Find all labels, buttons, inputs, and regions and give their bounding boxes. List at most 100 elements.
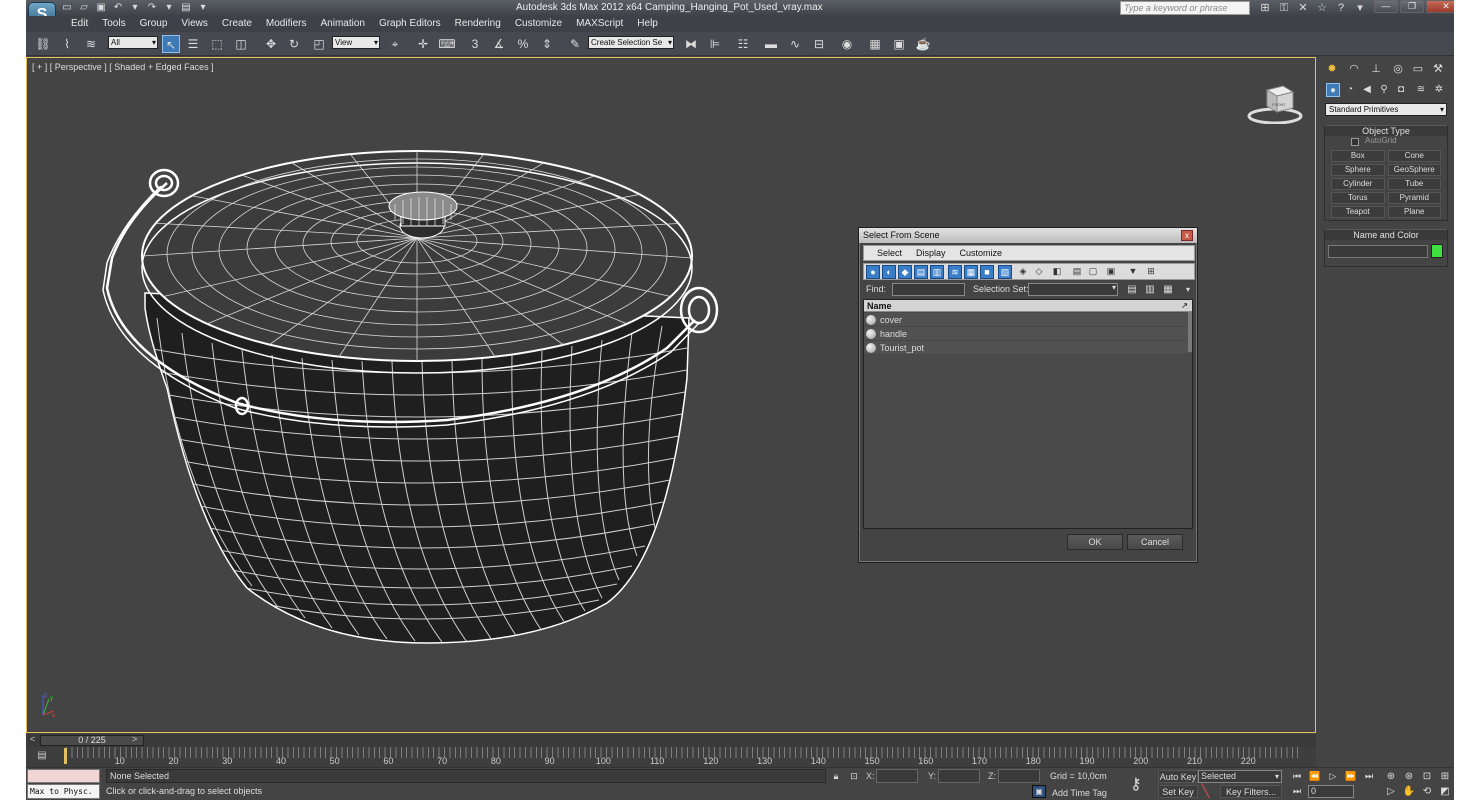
zoom-all-icon[interactable]: ⊛ (1402, 770, 1416, 783)
unlink-icon[interactable]: ⌇ (58, 35, 76, 53)
scale-icon[interactable]: ◰ (310, 35, 328, 53)
absolute-mode-icon[interactable]: ⊡ (848, 770, 860, 782)
qa-dropdown-icon[interactable]: ▾ (196, 1, 210, 14)
menu-tools[interactable]: Tools (95, 17, 132, 31)
lock-icon[interactable]: 🔒︎ (830, 770, 842, 782)
maxscript-input[interactable]: Max to Physc. (27, 784, 100, 799)
list-item[interactable]: cover (864, 313, 1190, 327)
rect-selection-icon[interactable]: ⬚ (208, 35, 226, 53)
geometry-category-icon[interactable]: ● (1326, 83, 1340, 97)
object-name-input[interactable] (1328, 245, 1428, 258)
set-key-mode-icon[interactable]: ⚷ (1130, 774, 1142, 794)
select-none-icon[interactable]: ▢ (1086, 265, 1100, 279)
select-and-link-icon[interactable]: ⛓ (34, 35, 52, 53)
material-editor-icon[interactable]: ◉ (838, 35, 856, 53)
pivot-center-icon[interactable]: ⌖ (386, 35, 404, 53)
curve-editor-icon[interactable]: ∿ (786, 35, 804, 53)
select-by-name-icon[interactable]: ☰ (184, 35, 202, 53)
minimize-button[interactable]: — (1374, 0, 1398, 13)
manipulate-icon[interactable]: ✛ (414, 35, 432, 53)
dialog-menu-display[interactable]: Display (909, 246, 953, 260)
bind-space-warp-icon[interactable]: ≋ (82, 35, 100, 53)
zoom-icon[interactable]: ⊕ (1384, 770, 1398, 783)
rotate-icon[interactable]: ↻ (285, 35, 303, 53)
mirror-icon[interactable]: ⧓ (682, 35, 700, 53)
subscription-icon[interactable]: ⚿ (1277, 1, 1291, 15)
dialog-menu-select[interactable]: Select (870, 246, 909, 260)
field-of-view-icon[interactable]: ▷ (1384, 785, 1398, 798)
primitive-category-dropdown[interactable]: Standard Primitives (1325, 103, 1447, 116)
menu-edit[interactable]: Edit (64, 17, 95, 31)
help-icon[interactable]: ? (1334, 1, 1348, 15)
geosphere-button[interactable]: GeoSphere (1387, 164, 1441, 176)
restore-button[interactable]: ❐ (1400, 0, 1424, 13)
time-slider-next[interactable]: > (132, 734, 137, 744)
keyboard-shortcut-icon[interactable]: ⌨ (438, 35, 456, 53)
communication-icon[interactable]: ✕ (1296, 1, 1310, 15)
display-shapes-icon[interactable]: ◐ (882, 265, 896, 279)
systems-category-icon[interactable]: ✲ (1432, 83, 1446, 97)
add-to-set-icon[interactable]: ▥ (1143, 283, 1157, 297)
list-scrollbar[interactable] (1188, 312, 1192, 352)
time-slider[interactable]: < 0 / 225 > (26, 734, 1316, 747)
named-selection-dropdown[interactable]: Create Selection Se (588, 36, 674, 49)
display-invert-icon[interactable]: ◧ (1050, 265, 1064, 279)
menu-views[interactable]: Views (174, 17, 215, 31)
snaps-toggle-icon[interactable]: 3 (466, 35, 484, 53)
find-input[interactable] (892, 283, 965, 296)
align-icon[interactable]: ⊫ (706, 35, 724, 53)
lights-category-icon[interactable]: ◀ (1360, 83, 1374, 97)
cone-button[interactable]: Cone (1387, 150, 1441, 162)
time-slider-prev[interactable]: < (30, 734, 35, 744)
time-slider-thumb[interactable]: 0 / 225 (40, 735, 144, 746)
trackbar[interactable]: ▤ 10 20 30 40 50 60 70 80 90 100 110 120 130 140 150 16… (26, 747, 1316, 767)
hierarchy-tab-icon[interactable]: ⊥ (1368, 61, 1384, 77)
menu-maxscript[interactable]: MAXScript (569, 17, 630, 31)
filter-icon[interactable]: ▼ (1126, 265, 1140, 279)
utilities-tab-icon[interactable]: ⚒ (1430, 61, 1446, 77)
create-selection-set-icon[interactable]: ▤ (1125, 283, 1139, 297)
menu-graph-editors[interactable]: Graph Editors (372, 17, 448, 31)
schematic-view-icon[interactable]: ⊟ (810, 35, 828, 53)
display-geometry-icon[interactable]: ● (866, 265, 880, 279)
favorites-icon[interactable]: ☆ (1315, 1, 1329, 15)
next-frame-icon[interactable]: ⏩ (1344, 770, 1358, 783)
spinner-snap-icon[interactable]: ⇕ (538, 35, 556, 53)
curve-editor-mini-icon[interactable]: ▤ (35, 750, 49, 762)
close-button[interactable]: ✕ (1426, 0, 1454, 13)
display-all-icon[interactable]: ◈ (1016, 265, 1030, 279)
dialog-menu-customize[interactable]: Customize (953, 246, 1010, 260)
teapot-button[interactable]: Teapot (1331, 206, 1385, 218)
play-icon[interactable]: ▷ (1326, 770, 1340, 783)
display-spacewarps-icon[interactable]: ≋ (948, 265, 962, 279)
maximize-viewport-icon[interactable]: ◩ (1438, 785, 1452, 798)
name-and-color-header[interactable]: Name and Color (1325, 229, 1447, 240)
display-tab-icon[interactable]: ▭ (1410, 61, 1426, 77)
perspective-viewport[interactable]: [ + ] [ Perspective ] [ Shaded + Edged F… (26, 57, 1316, 733)
modify-tab-icon[interactable]: ◠ (1346, 61, 1362, 77)
time-tag-icon[interactable]: ▣ (1032, 785, 1046, 798)
angle-snap-icon[interactable]: ∡ (490, 35, 508, 53)
helpers-category-icon[interactable]: ◘ (1394, 83, 1408, 97)
pan-icon[interactable]: ✋ (1402, 785, 1416, 798)
tube-button[interactable]: Tube (1387, 178, 1441, 190)
key-filters-button[interactable]: Key Filters... (1220, 785, 1282, 798)
display-helpers-icon[interactable]: ▥ (930, 265, 944, 279)
save-file-icon[interactable]: ▣ (94, 1, 108, 14)
y-coordinate-input[interactable] (938, 769, 980, 783)
plane-button[interactable]: Plane (1387, 206, 1441, 218)
display-cameras-icon[interactable]: ▤ (914, 265, 928, 279)
undo-icon[interactable]: ↶ (111, 1, 125, 14)
percent-snap-icon[interactable]: % (514, 35, 532, 53)
autogrid-checkbox[interactable] (1351, 138, 1359, 146)
selection-filter-dropdown[interactable]: All (108, 36, 158, 49)
menu-animation[interactable]: Animation (313, 17, 371, 31)
object-type-header[interactable]: Object Type (1325, 125, 1447, 136)
hierarchy-icon[interactable]: ⊞ (1144, 265, 1158, 279)
render-teapot-icon[interactable]: ☕ (914, 35, 932, 53)
display-xrefs-icon[interactable]: ■ (980, 265, 994, 279)
menu-rendering[interactable]: Rendering (448, 17, 508, 31)
auto-key-button[interactable]: Auto Key (1158, 770, 1198, 783)
move-icon[interactable]: ✥ (262, 35, 280, 53)
x-coordinate-input[interactable] (876, 769, 918, 783)
